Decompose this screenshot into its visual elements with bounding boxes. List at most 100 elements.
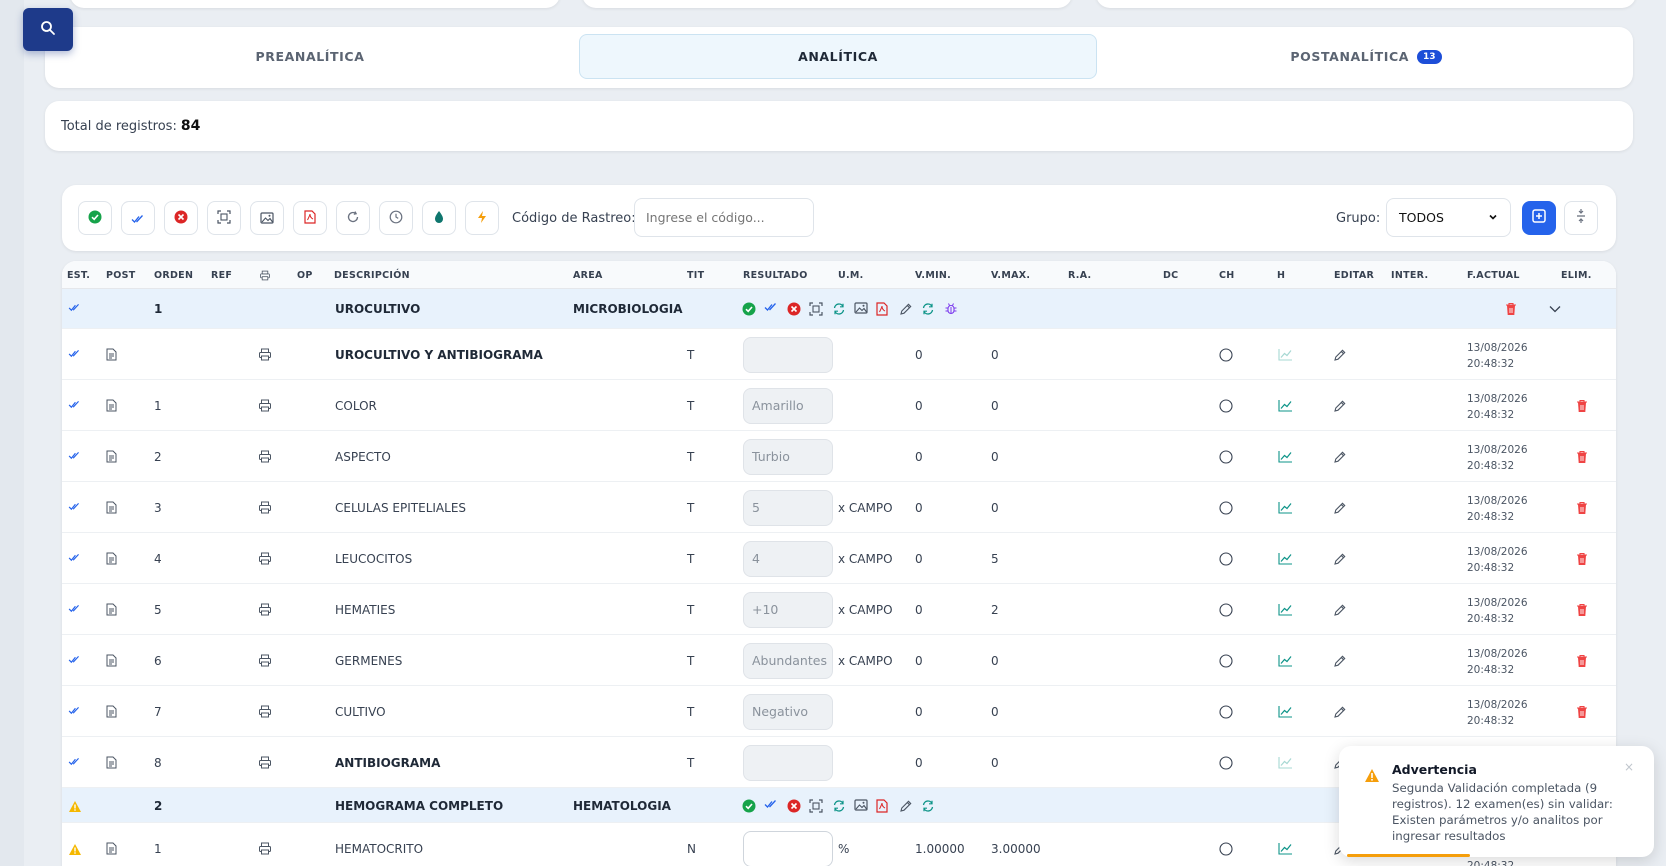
trash-icon[interactable]	[1576, 450, 1588, 464]
pencil-icon[interactable]	[899, 799, 913, 813]
chart-line-icon[interactable]	[1278, 552, 1293, 565]
scan-icon[interactable]	[809, 302, 823, 316]
result-input[interactable]: +10	[743, 591, 833, 628]
group-select[interactable]: TODOS	[1386, 198, 1511, 237]
search-button[interactable]	[23, 8, 73, 51]
trash-icon[interactable]	[1576, 501, 1588, 515]
circle-icon[interactable]	[1219, 449, 1233, 464]
pencil-icon[interactable]	[1333, 552, 1347, 566]
x-circle-button[interactable]	[164, 201, 198, 235]
chevron-down-icon[interactable]	[1549, 305, 1561, 313]
circle-icon[interactable]	[1219, 398, 1233, 413]
chart-line-icon[interactable]	[1278, 450, 1293, 463]
print-icon[interactable]	[258, 399, 272, 412]
chart-line-icon[interactable]	[1278, 501, 1293, 514]
image-icon[interactable]	[854, 798, 868, 811]
circle-icon[interactable]	[1219, 755, 1233, 770]
print-icon[interactable]	[258, 450, 272, 463]
print-icon[interactable]	[258, 842, 272, 855]
result-input[interactable]	[743, 744, 833, 781]
print-icon[interactable]	[258, 552, 272, 565]
x-circle-icon[interactable]	[787, 799, 801, 813]
pencil-icon[interactable]	[1333, 399, 1347, 413]
print-icon[interactable]	[258, 654, 272, 667]
pencil-icon[interactable]	[899, 302, 913, 316]
pencil-icon[interactable]	[1333, 705, 1347, 719]
refresh-teal-icon[interactable]	[921, 302, 935, 316]
image-button[interactable]	[250, 201, 284, 235]
check-circle-icon[interactable]	[742, 302, 756, 316]
result-input[interactable]	[743, 830, 833, 866]
close-icon[interactable]: ×	[1624, 760, 1634, 774]
refresh-teal-icon[interactable]	[921, 799, 935, 813]
print-icon[interactable]	[258, 348, 272, 361]
chart-line-icon[interactable]	[1278, 705, 1293, 718]
file-icon[interactable]	[106, 756, 117, 769]
pdf-icon[interactable]	[876, 302, 888, 316]
result-input[interactable]: 4	[743, 540, 833, 577]
trash-icon[interactable]	[1576, 654, 1588, 668]
chart-line-icon[interactable]	[1278, 654, 1293, 667]
chart-line-icon[interactable]	[1278, 842, 1293, 855]
pdf-button[interactable]	[293, 201, 327, 235]
image-icon[interactable]	[854, 302, 868, 314]
pdf-icon[interactable]	[876, 798, 888, 813]
trash-icon[interactable]	[1576, 552, 1588, 566]
print-icon[interactable]	[258, 705, 272, 718]
result-input[interactable]: Abundantes	[743, 642, 833, 679]
print-icon[interactable]	[258, 501, 272, 514]
trash-icon[interactable]	[1505, 302, 1517, 316]
check-circle-button[interactable]	[78, 201, 112, 235]
file-icon[interactable]	[106, 348, 117, 361]
add-button[interactable]	[1522, 201, 1556, 235]
circle-icon[interactable]	[1219, 704, 1233, 719]
double-check-icon[interactable]	[764, 799, 778, 809]
circle-icon[interactable]	[1219, 500, 1233, 515]
circle-icon[interactable]	[1219, 602, 1233, 617]
pencil-icon[interactable]	[1333, 450, 1347, 464]
expand-collapse-button[interactable]	[1564, 201, 1598, 235]
trash-icon[interactable]	[1576, 399, 1588, 413]
tracking-code-input[interactable]	[634, 198, 814, 237]
circle-icon[interactable]	[1219, 347, 1233, 362]
file-icon[interactable]	[106, 842, 117, 855]
refresh-teal-icon[interactable]	[832, 799, 846, 813]
x-circle-icon[interactable]	[787, 302, 801, 316]
chart-line-icon[interactable]	[1278, 399, 1293, 412]
result-input[interactable]: Turbio	[743, 438, 833, 475]
trash-icon[interactable]	[1576, 603, 1588, 617]
pencil-icon[interactable]	[1333, 348, 1347, 362]
bolt-button[interactable]	[465, 201, 499, 235]
file-icon[interactable]	[106, 501, 117, 514]
circle-icon[interactable]	[1219, 653, 1233, 668]
chart-line-faded-icon[interactable]	[1278, 348, 1293, 361]
print-icon[interactable]	[258, 603, 272, 616]
result-input[interactable]: Negativo	[743, 693, 833, 730]
tab-postanalitica[interactable]: POSTANALÍTICA 13	[1111, 34, 1621, 79]
result-input[interactable]: 5	[743, 489, 833, 526]
tab-analitica[interactable]: ANALÍTICA	[579, 34, 1097, 79]
circle-icon[interactable]	[1219, 551, 1233, 566]
trash-icon[interactable]	[1576, 705, 1588, 719]
pencil-icon[interactable]	[1333, 654, 1347, 668]
double-check-icon[interactable]	[764, 302, 778, 312]
scan-button[interactable]	[207, 201, 241, 235]
double-check-button[interactable]	[121, 201, 155, 235]
print-icon[interactable]	[258, 756, 272, 769]
file-icon[interactable]	[106, 654, 117, 667]
drop-button[interactable]	[422, 201, 456, 235]
bug-icon[interactable]	[944, 302, 958, 316]
clock-button[interactable]	[379, 201, 413, 235]
file-icon[interactable]	[106, 399, 117, 412]
scan-icon[interactable]	[809, 798, 823, 813]
chart-line-faded-icon[interactable]	[1278, 756, 1293, 769]
circle-icon[interactable]	[1219, 841, 1233, 856]
pencil-icon[interactable]	[1333, 603, 1347, 617]
check-circle-icon[interactable]	[742, 799, 756, 813]
result-input[interactable]: Amarillo	[743, 387, 833, 424]
file-icon[interactable]	[106, 450, 117, 463]
refresh-teal-icon[interactable]	[832, 302, 846, 316]
chart-line-icon[interactable]	[1278, 603, 1293, 616]
tab-preanalitica[interactable]: PREANALÍTICA	[55, 34, 565, 79]
file-icon[interactable]	[106, 603, 117, 616]
